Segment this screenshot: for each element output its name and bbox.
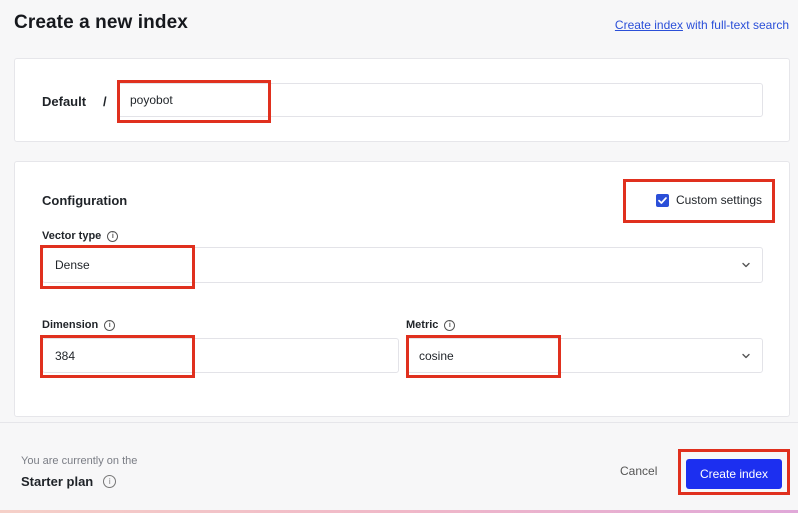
path-separator: / xyxy=(103,94,107,109)
create-index-link[interactable]: Create index xyxy=(615,18,683,32)
page-header: Create a new index Create index with ful… xyxy=(0,0,798,50)
plan-name: Starter plan xyxy=(21,474,94,489)
alt-link-suffix: with full-text search xyxy=(682,18,789,32)
index-name-card: Default / xyxy=(14,58,790,142)
info-circle-icon[interactable]: i xyxy=(103,475,117,488)
info-circle-icon[interactable]: i xyxy=(107,230,119,242)
dimension-input[interactable] xyxy=(42,338,399,373)
custom-settings-checkbox[interactable] xyxy=(655,193,669,207)
custom-settings-toggle[interactable]: Custom settings xyxy=(655,193,762,207)
info-circle-icon[interactable]: i xyxy=(444,319,456,331)
dimension-label: Dimension i xyxy=(42,319,116,331)
metric-value: cosine xyxy=(419,348,454,363)
plan-note: You are currently on the xyxy=(21,455,138,467)
index-name-input[interactable] xyxy=(117,83,763,117)
footer-bar: You are currently on the Starter plan i … xyxy=(0,422,798,513)
configuration-card: Configuration Custom settings Vector typ… xyxy=(14,161,790,417)
configuration-title: Configuration xyxy=(42,193,128,208)
vector-type-label-text: Vector type xyxy=(42,230,102,242)
vector-type-select[interactable]: Dense xyxy=(42,247,763,283)
cancel-button[interactable]: Cancel xyxy=(620,464,657,478)
vector-type-label: Vector type i xyxy=(42,230,119,242)
dimension-label-text: Dimension xyxy=(42,319,99,331)
project-label: Default xyxy=(42,94,87,109)
page-title: Create a new index xyxy=(14,12,188,33)
vector-type-value: Dense xyxy=(55,258,90,272)
info-circle-icon[interactable]: i xyxy=(104,319,116,331)
chevron-down-icon xyxy=(742,353,750,358)
create-index-button[interactable]: Create index xyxy=(686,459,782,489)
plan-name-row: Starter plan i xyxy=(21,474,117,489)
custom-settings-label: Custom settings xyxy=(675,193,762,207)
metric-select[interactable]: cosine xyxy=(406,338,763,373)
check-icon xyxy=(658,196,667,204)
metric-label: Metric i xyxy=(406,319,456,331)
chevron-down-icon xyxy=(742,262,750,268)
alt-create-link-row: Create index with full-text search xyxy=(615,18,789,32)
metric-label-text: Metric xyxy=(406,319,439,331)
